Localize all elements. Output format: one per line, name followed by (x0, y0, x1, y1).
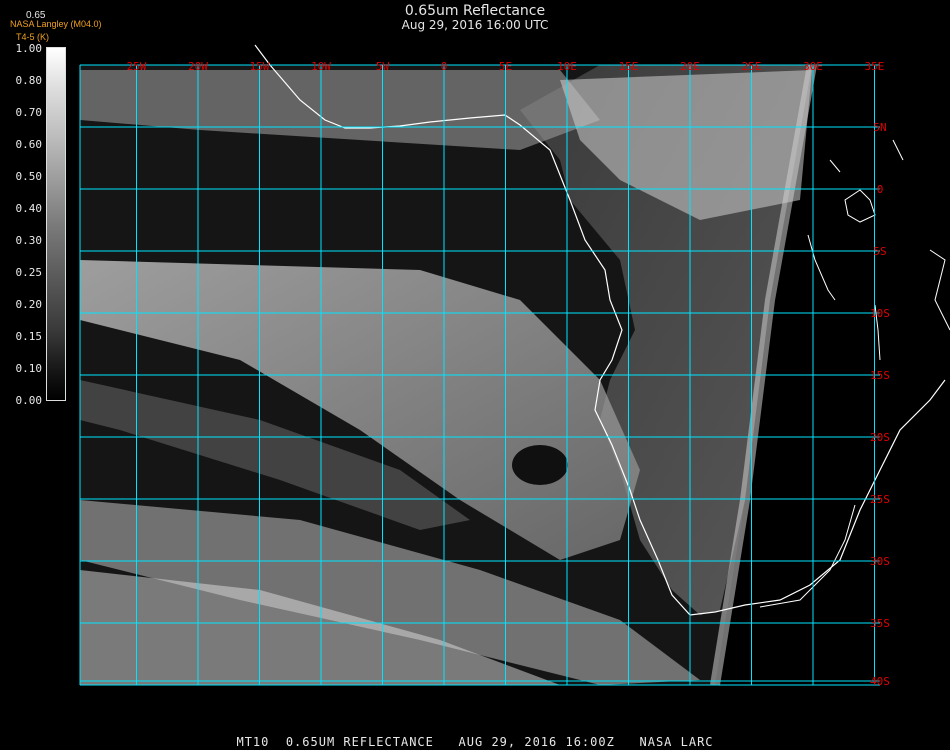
latitude-label: 25S (870, 493, 890, 506)
longitude-label: 20W (188, 60, 208, 73)
longitude-label: 5W (376, 60, 390, 73)
latitude-label: 30S (870, 555, 890, 568)
latitude-label: 20S (870, 431, 890, 444)
satellite-map-view: 0.65um Reflectance Aug 29, 2016 16:00 UT… (0, 0, 950, 750)
longitude-label: 15E (619, 60, 639, 73)
footer-caption: MT10 0.65UM REFLECTANCE AUG 29, 2016 16:… (236, 735, 714, 749)
latitude-label: 0 (877, 183, 884, 196)
coastline-islands (807, 139, 904, 301)
coastline-east (874, 249, 950, 361)
longitude-label: 20E (680, 60, 700, 73)
latitude-label: 40S (870, 675, 890, 688)
longitude-label: 30E (803, 60, 823, 73)
satellite-image: 25W 20W 15W 10W 5W 0 5E 10E 15E 20E 25E 30E 35E 5N05… (79, 44, 950, 688)
coastline-south-east (759, 504, 856, 608)
coastline-madagascar (844, 189, 876, 223)
clear-sky-patch (512, 445, 568, 485)
longitude-label: 25W (127, 60, 147, 73)
latitude-label: 35S (870, 617, 890, 630)
longitude-label: 15W (250, 60, 270, 73)
longitude-label: 10W (311, 60, 331, 73)
latitude-label: 5N (873, 121, 886, 134)
longitude-label: 25E (742, 60, 762, 73)
longitude-label: 35E (865, 60, 885, 73)
latitude-label: 5S (873, 245, 886, 258)
longitude-label: 5E (499, 60, 512, 73)
latitude-label: 10S (870, 307, 890, 320)
longitude-label: 0 (441, 60, 448, 73)
latitude-labels: 5N 0 5S 10S 15S 20S 25S 30S 35S 40S (870, 121, 890, 688)
longitude-label: 10E (557, 60, 577, 73)
latitude-label: 15S (870, 369, 890, 382)
